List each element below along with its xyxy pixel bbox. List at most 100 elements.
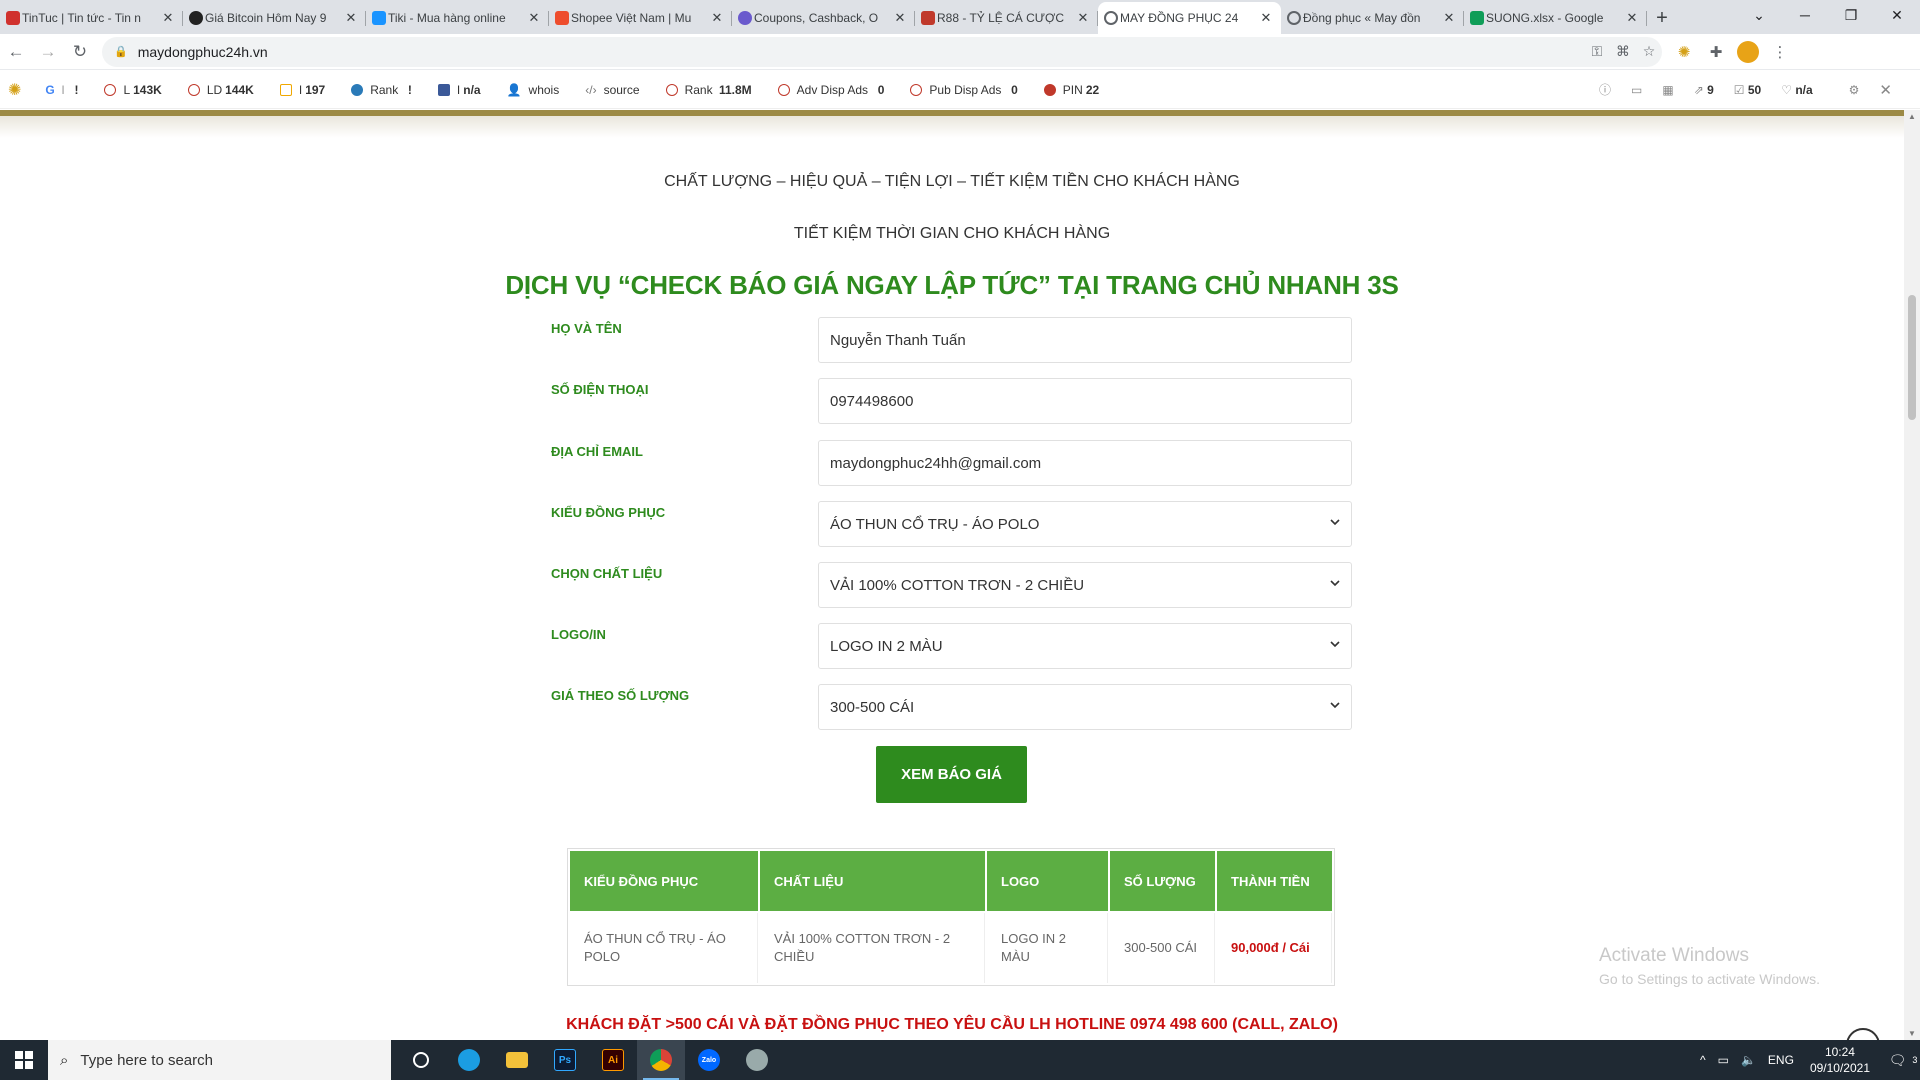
scroll-up-icon[interactable]: ▲ [1904, 112, 1920, 121]
close-icon[interactable]: ✕ [710, 10, 724, 26]
stat-value: 0 [877, 82, 885, 97]
close-icon[interactable]: ✕ [893, 10, 907, 26]
external-links-stat[interactable]: ⇗ 9 [1694, 83, 1714, 97]
browser-tab[interactable]: Tiki - Mua hàng online ✕ [366, 2, 549, 34]
browser-tab[interactable]: Shopee Việt Nam | Mu ✕ [549, 2, 732, 34]
pub-disp-ads-stat[interactable]: Pub Disp Ads 0 [910, 83, 1018, 97]
browser-tab[interactable]: Giá Bitcoin Hôm Nay 9 ✕ [183, 2, 366, 34]
checked-stat[interactable]: ☑ 50 [1734, 83, 1761, 97]
email-field[interactable]: maydongphuc24hh@gmail.com [818, 440, 1352, 486]
pinterest-stat[interactable]: PIN 22 [1043, 82, 1100, 97]
explorer-taskbar-button[interactable] [493, 1040, 541, 1080]
browser-tab-active[interactable]: MAY ĐỒNG PHỤC 24 ✕ [1098, 2, 1281, 34]
key-icon[interactable]: ⚿ [1584, 43, 1610, 60]
close-icon[interactable]: ✕ [344, 10, 358, 26]
chevron-up-icon[interactable]: ^ [1700, 1053, 1706, 1067]
language-indicator[interactable]: ENG [1768, 1053, 1794, 1067]
phone-label: SỐ ĐIỆN THOẠI [551, 382, 649, 397]
scrollbar-thumb[interactable] [1908, 295, 1916, 420]
url-text[interactable]: maydongphuc24h.vn [138, 44, 268, 60]
new-tab-button[interactable]: + [1647, 2, 1677, 34]
browser-tab-strip: TinTuc | Tin tức - Tin n ✕ Giá Bitcoin Hô… [0, 0, 1920, 34]
restore-button[interactable]: ❐ [1828, 0, 1874, 30]
quantity-select[interactable]: 300-500 CÁI [818, 684, 1352, 730]
translate-icon[interactable]: ⌘ [1610, 43, 1636, 60]
email-label: ĐỊA CHỈ EMAIL [551, 444, 643, 459]
stat-value: 22 [1085, 82, 1100, 97]
taskbar-search-input[interactable]: ⌕ Type here to search [48, 1040, 391, 1080]
puzzle-icon[interactable]: ✚ [1700, 43, 1732, 61]
style-select[interactable]: ÁO THUN CỔ TRỤ - ÁO POLO [818, 501, 1352, 547]
close-icon[interactable]: ✕ [161, 10, 175, 26]
monitor-icon[interactable]: ▭ [1631, 83, 1642, 97]
bing-index-stat[interactable]: I 197 [279, 83, 325, 97]
browser-tab[interactable]: TinTuc | Tin tức - Tin n ✕ [0, 2, 183, 34]
tab-title: Giá Bitcoin Hôm Nay 9 [205, 11, 327, 25]
stat-sep: I [61, 82, 65, 97]
logo-select[interactable]: LOGO IN 2 MÀU [818, 623, 1352, 669]
close-icon[interactable]: ✕ [527, 10, 541, 26]
browser-tab[interactable]: Đồng phục « May đồn ✕ [1281, 2, 1464, 34]
stat-label: Rank [684, 82, 713, 97]
minimize-button[interactable]: ─ [1782, 0, 1828, 30]
whois-link[interactable]: 👤 whois [507, 83, 560, 97]
start-button[interactable] [0, 1040, 48, 1080]
close-icon[interactable]: ✕ [1442, 10, 1456, 26]
close-icon[interactable]: ✕ [1879, 81, 1892, 99]
back-button[interactable]: ← [0, 38, 32, 66]
browser-tab[interactable]: SUONG.xlsx - Google ✕ [1464, 2, 1647, 34]
browser-tab[interactable]: Coupons, Cashback, O ✕ [732, 2, 915, 34]
settings-icon[interactable]: ⚙ [1849, 83, 1860, 97]
activate-windows-watermark: Activate Windows Go to Settings to activ… [1599, 945, 1820, 987]
source-link[interactable]: ‹/› source [585, 83, 639, 97]
sheets-icon [1470, 11, 1484, 25]
stat-label: I [456, 82, 461, 97]
avatar[interactable] [1737, 40, 1759, 63]
close-window-button[interactable]: ✕ [1874, 0, 1920, 30]
likes-stat[interactable]: ♡ n/a [1781, 83, 1812, 97]
google-index-stat[interactable]: G I ! [45, 83, 78, 97]
reload-button[interactable]: ↻ [64, 38, 96, 66]
linking-domains-stat[interactable]: LD 144K [187, 83, 254, 97]
name-input[interactable]: Nguyễn Thanh Tuấn [818, 317, 1352, 363]
rank-stat[interactable]: Rank ! [351, 83, 412, 97]
adv-disp-ads-stat[interactable]: Adv Disp Ads 0 [777, 82, 885, 97]
forward-button[interactable]: → [32, 38, 64, 66]
extension-icon[interactable]: ✺ [1668, 43, 1700, 61]
view-quote-button[interactable]: XEM BÁO GIÁ [876, 746, 1027, 803]
network-icon[interactable]: ▭ [1718, 1053, 1729, 1067]
browser-tab[interactable]: R88 - TỶ LỆ CÁ CƯỢC ✕ [915, 2, 1098, 34]
info-icon[interactable]: ⓘ [1599, 81, 1611, 98]
menu-icon[interactable]: ⋮ [1764, 43, 1796, 61]
lock-icon[interactable]: 🔒 [114, 45, 128, 58]
volume-icon[interactable]: 🔈 [1741, 1053, 1756, 1067]
facebook-stat[interactable]: In/a [437, 82, 481, 97]
edge-taskbar-button[interactable] [445, 1040, 493, 1080]
address-bar[interactable]: 🔒 maydongphuc24h.vn ⚿ ⌘ ☆ [102, 36, 1662, 67]
page-scrollbar[interactable]: ▲ ▼ [1904, 110, 1920, 1040]
notification-center-button[interactable]: 🗨 3 [1880, 1040, 1920, 1080]
close-icon[interactable]: ✕ [1259, 10, 1273, 26]
photoshop-taskbar-button[interactable]: Ps [541, 1040, 589, 1080]
semrush-rank-stat[interactable]: Rank 11.8M [665, 82, 752, 97]
zalo-taskbar-button[interactable]: Zalo [685, 1040, 733, 1080]
slogan-line-1: CHẤT LƯỢNG – HIỆU QUẢ – TIỆN LỢI – TIẾT … [664, 173, 1240, 190]
material-select[interactable]: VẢI 100% COTTON TRƠN - 2 CHIỀU [818, 562, 1352, 608]
cortana-button[interactable] [397, 1040, 445, 1080]
links-stat[interactable]: L 143K [104, 83, 162, 97]
chrome-taskbar-button[interactable] [637, 1040, 685, 1080]
tab-search-icon[interactable]: ⌄ [1736, 0, 1782, 30]
close-icon[interactable]: ✕ [1625, 10, 1639, 26]
star-icon[interactable]: ☆ [1636, 43, 1662, 60]
phone-input[interactable]: 0974498600 [818, 378, 1352, 424]
illustrator-taskbar-button[interactable]: Ai [589, 1040, 637, 1080]
clock[interactable]: 10:24 09/10/2021 [1810, 1044, 1870, 1076]
chevron-down-icon [1330, 580, 1340, 587]
close-icon[interactable]: ✕ [1076, 10, 1090, 26]
quantity-value: 300-500 CÁI [830, 698, 915, 716]
seoquake-logo-icon[interactable]: ✺ [8, 80, 21, 100]
app-taskbar-button[interactable] [733, 1040, 781, 1080]
chrome-icon [650, 1049, 672, 1071]
chart-icon[interactable]: ▦ [1662, 83, 1673, 97]
scroll-down-icon[interactable]: ▼ [1904, 1029, 1920, 1038]
